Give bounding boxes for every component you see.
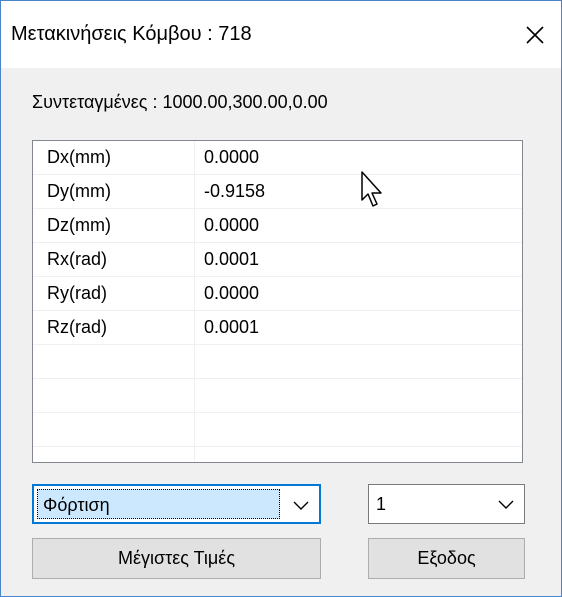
load-select[interactable]: Φόρτιση <box>32 484 321 524</box>
close-icon <box>526 26 544 44</box>
table-row[interactable] <box>33 447 522 462</box>
row-value: 0.0000 <box>204 147 260 167</box>
row-value <box>195 413 522 446</box>
row-name <box>33 447 195 462</box>
row-name: Dz(mm) <box>33 209 195 242</box>
case-select[interactable]: 1 <box>368 484 525 524</box>
row-name: Dx(mm) <box>33 141 195 174</box>
chevron-down-icon <box>293 501 309 510</box>
max-values-button[interactable]: Μέγιστες Τιμές <box>32 538 321 579</box>
row-name: Dy(mm) <box>33 175 195 208</box>
row-name: Ry(rad) <box>33 277 195 310</box>
coordinates-label: Συντεταγμένες : 1000.00,300.00,0.00 <box>32 92 328 112</box>
row-value: 0.0000 <box>204 283 260 303</box>
table-row[interactable]: Rx(rad) 0.0001 <box>33 243 522 277</box>
title-bar[interactable]: Μετακινήσεις Κόμβου : 718 <box>1 1 561 68</box>
displacements-grid[interactable]: Dx(mm) 0.0000 Dy(mm) -0.9158 Dz(mm) 0.00… <box>32 140 523 463</box>
row-name <box>33 413 195 446</box>
dialog-window: Μετακινήσεις Κόμβου : 718 Συντεταγμένες … <box>0 0 562 597</box>
row-value: 0.0001 <box>204 249 260 269</box>
table-row[interactable]: Dy(mm) -0.9158 <box>33 175 522 209</box>
table-row[interactable] <box>33 345 522 379</box>
row-value <box>195 345 522 378</box>
table-row[interactable] <box>33 413 522 447</box>
row-value: 0.0000 <box>204 215 260 235</box>
table-row[interactable]: Dx(mm) 0.0000 <box>33 141 522 175</box>
table-row[interactable]: Ry(rad) 0.0000 <box>33 277 522 311</box>
load-select-value: Φόρτιση <box>43 495 110 515</box>
case-select-value: 1 <box>376 494 387 514</box>
table-row[interactable]: Dz(mm) 0.0000 <box>33 209 522 243</box>
row-value: -0.9158 <box>204 181 266 201</box>
mouse-pointer-icon <box>361 171 382 207</box>
chevron-down-icon <box>498 500 514 509</box>
row-value <box>195 379 522 412</box>
close-button[interactable] <box>515 15 555 55</box>
row-value <box>195 447 522 462</box>
row-name <box>33 345 195 378</box>
row-name <box>33 379 195 412</box>
window-title: Μετακινήσεις Κόμβου : 718 <box>11 23 252 45</box>
row-name: Rx(rad) <box>33 243 195 276</box>
row-name: Rz(rad) <box>33 311 195 344</box>
table-row[interactable]: Rz(rad) 0.0001 <box>33 311 522 345</box>
table-row[interactable] <box>33 379 522 413</box>
row-value: 0.0001 <box>204 317 260 337</box>
exit-button[interactable]: Εξοδος <box>368 538 525 579</box>
